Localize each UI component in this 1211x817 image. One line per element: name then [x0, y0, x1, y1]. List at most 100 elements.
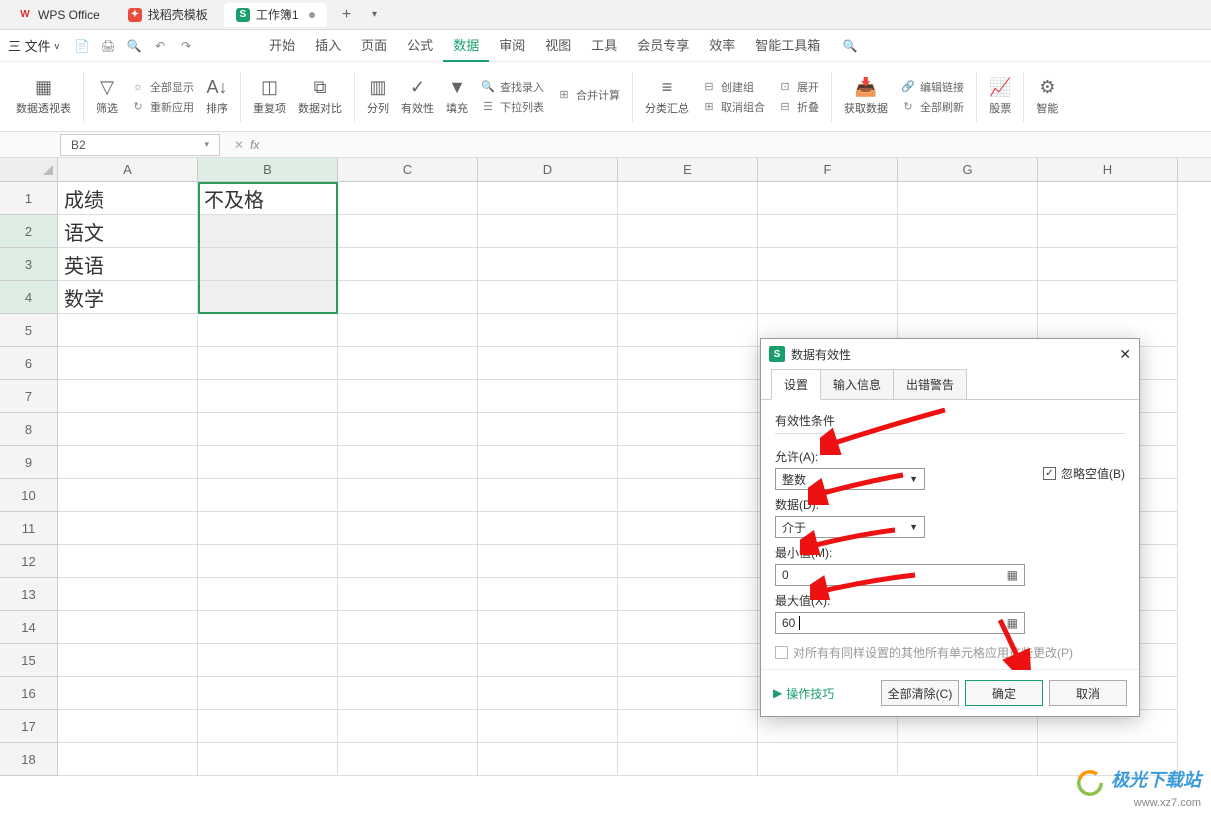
- cell[interactable]: [478, 215, 618, 248]
- refresh-all-button[interactable]: ↻全部刷新: [900, 99, 964, 115]
- cell[interactable]: [338, 710, 478, 743]
- cell[interactable]: [58, 611, 198, 644]
- cell[interactable]: [758, 743, 898, 776]
- cell[interactable]: [58, 677, 198, 710]
- cell[interactable]: [58, 644, 198, 677]
- cell[interactable]: [58, 314, 198, 347]
- row-header[interactable]: 3: [0, 248, 58, 281]
- cell[interactable]: [478, 677, 618, 710]
- cell[interactable]: [338, 446, 478, 479]
- cell[interactable]: [618, 215, 758, 248]
- cell[interactable]: [198, 611, 338, 644]
- cell[interactable]: [58, 512, 198, 545]
- cell[interactable]: [478, 314, 618, 347]
- cell[interactable]: [478, 578, 618, 611]
- row-header[interactable]: 4: [0, 281, 58, 314]
- menu-item-1[interactable]: 插入: [305, 29, 351, 62]
- cell[interactable]: [338, 281, 478, 314]
- cell[interactable]: [618, 380, 758, 413]
- cell[interactable]: 英语: [58, 248, 198, 281]
- column-header[interactable]: G: [898, 158, 1038, 181]
- ignore-blank-checkbox[interactable]: ✓ 忽略空值(B): [1043, 465, 1125, 482]
- column-header[interactable]: C: [338, 158, 478, 181]
- tab-error-alert[interactable]: 出错警告: [893, 369, 967, 400]
- tab-template[interactable]: ✦ 找稻壳模板: [116, 3, 220, 27]
- cell[interactable]: [338, 512, 478, 545]
- cell[interactable]: [58, 710, 198, 743]
- name-box[interactable]: B2 ▾: [60, 134, 220, 156]
- row-header[interactable]: 14: [0, 611, 58, 644]
- file-menu[interactable]: 三 文件v: [8, 36, 59, 55]
- cell[interactable]: [58, 380, 198, 413]
- cell[interactable]: [58, 479, 198, 512]
- stock-button[interactable]: 📈股票: [983, 66, 1017, 127]
- cell[interactable]: [478, 347, 618, 380]
- cell[interactable]: [198, 248, 338, 281]
- cell[interactable]: 成绩: [58, 182, 198, 215]
- cell[interactable]: [198, 446, 338, 479]
- cell[interactable]: [758, 215, 898, 248]
- dialog-titlebar[interactable]: S 数据有效性 ✕: [761, 339, 1139, 369]
- cell[interactable]: [618, 512, 758, 545]
- cell[interactable]: [478, 545, 618, 578]
- cell[interactable]: [198, 479, 338, 512]
- formula-input[interactable]: [267, 137, 867, 152]
- row-header[interactable]: 12: [0, 545, 58, 578]
- row-header[interactable]: 10: [0, 479, 58, 512]
- compare-button[interactable]: ⧉数据对比: [292, 66, 348, 127]
- row-header[interactable]: 11: [0, 512, 58, 545]
- row-header[interactable]: 13: [0, 578, 58, 611]
- cell[interactable]: [478, 281, 618, 314]
- cell[interactable]: [1038, 182, 1178, 215]
- data-combo[interactable]: 介于 ▼: [775, 516, 925, 538]
- cell[interactable]: [1038, 248, 1178, 281]
- smart-button[interactable]: ⚙智能: [1030, 66, 1064, 127]
- group-button[interactable]: ⊟创建组: [701, 79, 754, 95]
- row-header[interactable]: 6: [0, 347, 58, 380]
- undo-icon[interactable]: ↶: [150, 36, 170, 56]
- cell[interactable]: [478, 512, 618, 545]
- cell[interactable]: [198, 743, 338, 776]
- tab-workbook[interactable]: S 工作簿1: [224, 3, 327, 27]
- cell[interactable]: [338, 677, 478, 710]
- tips-link[interactable]: ▶ 操作技巧: [773, 685, 834, 702]
- cell[interactable]: [618, 347, 758, 380]
- cell[interactable]: [618, 281, 758, 314]
- row-header[interactable]: 5: [0, 314, 58, 347]
- max-input[interactable]: 60 ▦: [775, 612, 1025, 634]
- cell[interactable]: [58, 545, 198, 578]
- cell[interactable]: [898, 182, 1038, 215]
- menu-item-9[interactable]: 效率: [699, 29, 745, 62]
- cell[interactable]: [198, 644, 338, 677]
- column-header[interactable]: A: [58, 158, 198, 181]
- redo-icon[interactable]: ↷: [176, 36, 196, 56]
- fill-button[interactable]: ▼填充: [440, 66, 474, 127]
- cell[interactable]: [198, 545, 338, 578]
- row-header[interactable]: 9: [0, 446, 58, 479]
- search-icon[interactable]: 🔍: [840, 36, 860, 56]
- cell[interactable]: [338, 347, 478, 380]
- cell[interactable]: [618, 677, 758, 710]
- cell[interactable]: [618, 248, 758, 281]
- cell[interactable]: [478, 248, 618, 281]
- cell[interactable]: 语文: [58, 215, 198, 248]
- cell[interactable]: [198, 281, 338, 314]
- cell[interactable]: [478, 743, 618, 776]
- cell[interactable]: [758, 182, 898, 215]
- cell[interactable]: [758, 248, 898, 281]
- cell[interactable]: 数学: [58, 281, 198, 314]
- cell[interactable]: [338, 578, 478, 611]
- range-picker-icon[interactable]: ▦: [1007, 616, 1018, 630]
- tab-wps-home[interactable]: W WPS Office: [6, 3, 112, 27]
- select-all-corner[interactable]: [0, 158, 58, 181]
- column-header[interactable]: H: [1038, 158, 1178, 181]
- cell[interactable]: [58, 413, 198, 446]
- split-button[interactable]: ▥分列: [361, 66, 395, 127]
- row-header[interactable]: 17: [0, 710, 58, 743]
- column-header[interactable]: D: [478, 158, 618, 181]
- validation-button[interactable]: ✓有效性: [395, 66, 440, 127]
- cell[interactable]: [58, 347, 198, 380]
- cell[interactable]: [58, 578, 198, 611]
- merge-calc-button[interactable]: ⊞合并计算: [556, 87, 620, 103]
- menu-item-3[interactable]: 公式: [397, 29, 443, 62]
